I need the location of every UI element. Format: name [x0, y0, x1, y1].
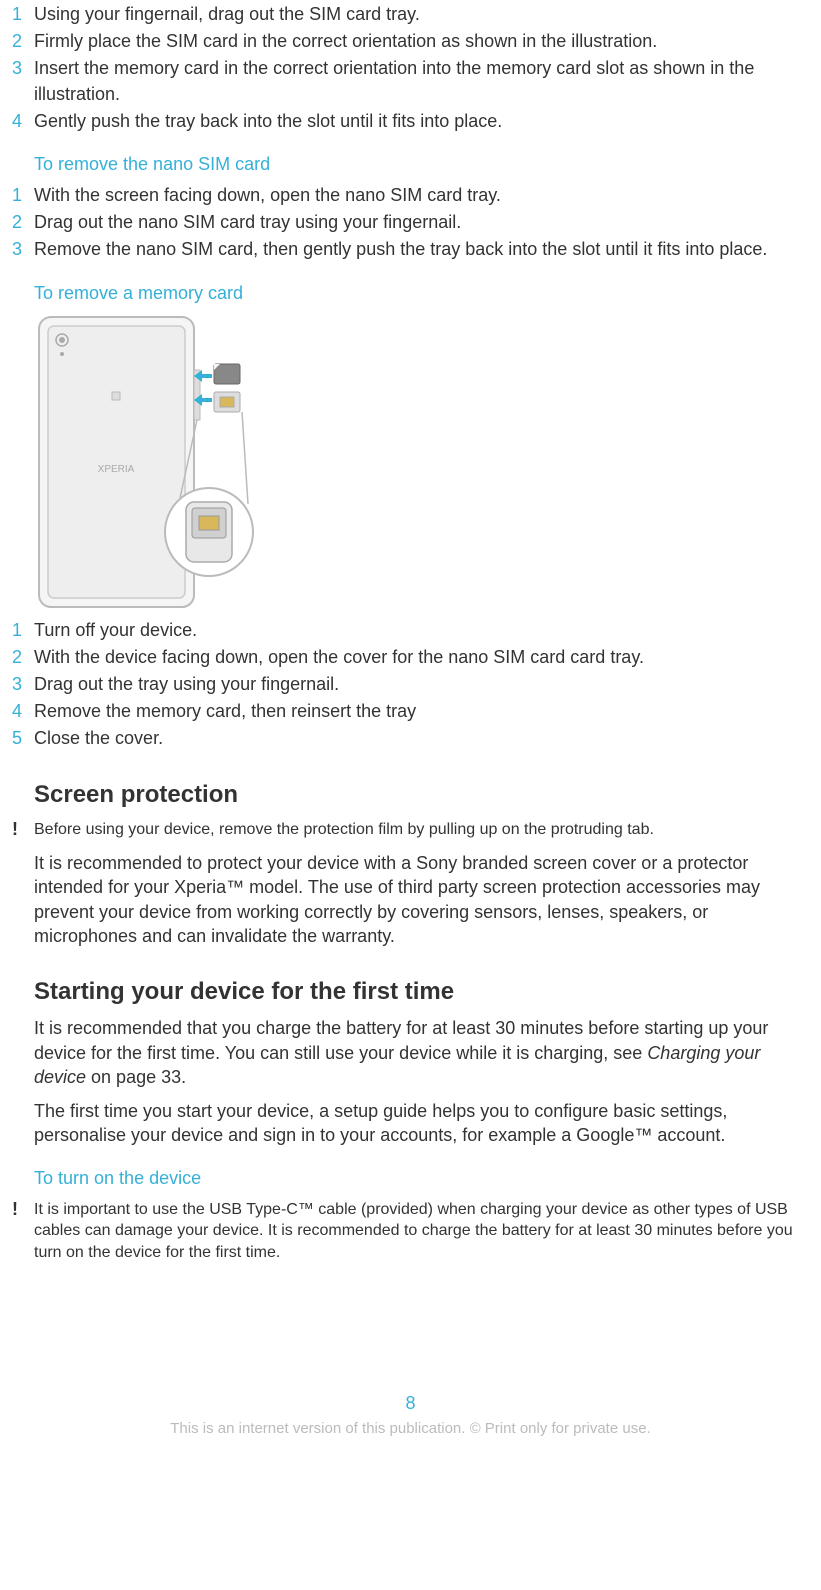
starting-device-paragraph-1: It is recommended that you charge the ba… [34, 1016, 809, 1089]
svg-text:XPERIA: XPERIA [98, 464, 135, 475]
list-item: 2 With the device facing down, open the … [12, 645, 809, 670]
step-number: 3 [12, 672, 34, 697]
step-text: Remove the memory card, then reinsert th… [34, 699, 809, 724]
list-item: 5 Close the cover. [12, 726, 809, 751]
step-number: 4 [12, 699, 34, 724]
starting-device-paragraph-2: The first time you start your device, a … [34, 1099, 809, 1148]
turn-on-warning: It is important to use the USB Type-C™ c… [34, 1199, 809, 1264]
list-item: 4 Remove the memory card, then reinsert … [12, 699, 809, 724]
step-text: With the screen facing down, open the na… [34, 183, 809, 208]
list-item: 2 Firmly place the SIM card in the corre… [12, 29, 809, 54]
step-text: Using your fingernail, drag out the SIM … [34, 2, 809, 27]
screen-protection-paragraph: It is recommended to protect your device… [34, 851, 809, 948]
step-number: 1 [12, 183, 34, 208]
remove-sim-heading: To remove the nano SIM card [34, 154, 809, 175]
step-number: 2 [12, 210, 34, 235]
device-illustration: XPERIA [34, 312, 809, 612]
step-text: Close the cover. [34, 726, 809, 751]
starting-device-heading: Starting your device for the first time [34, 978, 809, 1006]
step-number: 3 [12, 56, 34, 81]
turn-on-heading: To turn on the device [34, 1168, 809, 1189]
step-number: 3 [12, 237, 34, 262]
insert-sim-steps: 1 Using your fingernail, drag out the SI… [12, 2, 809, 134]
list-item: 1 With the screen facing down, open the … [12, 183, 809, 208]
remove-sim-steps: 1 With the screen facing down, open the … [12, 183, 809, 263]
step-number: 2 [12, 29, 34, 54]
step-text: Remove the nano SIM card, then gently pu… [34, 237, 809, 262]
step-text: Drag out the tray using your fingernail. [34, 672, 809, 697]
step-number: 1 [12, 618, 34, 643]
remove-memory-heading: To remove a memory card [34, 283, 809, 304]
list-item: 2 Drag out the nano SIM card tray using … [12, 210, 809, 235]
step-text: Turn off your device. [34, 618, 809, 643]
list-item: 3 Remove the nano SIM card, then gently … [12, 237, 809, 262]
step-text: With the device facing down, open the co… [34, 645, 809, 670]
list-item: 1 Turn off your device. [12, 618, 809, 643]
footer-text: This is an internet version of this publ… [12, 1420, 809, 1447]
step-text: Drag out the nano SIM card tray using yo… [34, 210, 809, 235]
screen-protection-warning: Before using your device, remove the pro… [34, 819, 809, 841]
list-item: 1 Using your fingernail, drag out the SI… [12, 2, 809, 27]
step-number: 2 [12, 645, 34, 670]
list-item: 3 Drag out the tray using your fingernai… [12, 672, 809, 697]
remove-memory-steps: 1 Turn off your device. 2 With the devic… [12, 618, 809, 752]
warning-icon: ! [12, 1199, 34, 1221]
list-item: 3 Insert the memory card in the correct … [12, 56, 809, 106]
list-item: 4 Gently push the tray back into the slo… [12, 109, 809, 134]
step-number: 4 [12, 109, 34, 134]
step-text: Insert the memory card in the correct or… [34, 56, 809, 106]
step-number: 5 [12, 726, 34, 751]
page-number: 8 [12, 1393, 809, 1414]
screen-protection-heading: Screen protection [34, 781, 809, 809]
step-text: Gently push the tray back into the slot … [34, 109, 809, 134]
step-number: 1 [12, 2, 34, 27]
warning-icon: ! [12, 819, 34, 841]
step-text: Firmly place the SIM card in the correct… [34, 29, 809, 54]
